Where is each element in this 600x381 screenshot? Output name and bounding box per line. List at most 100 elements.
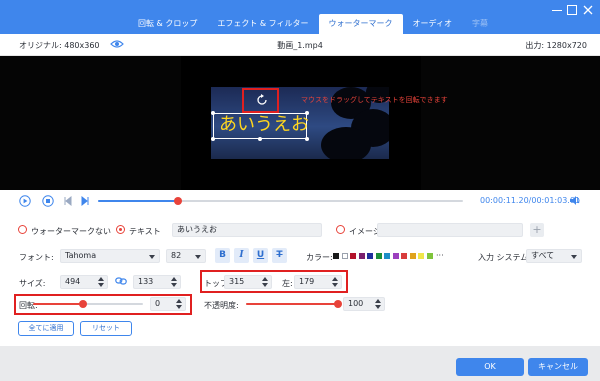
watermark-image-path[interactable]: [377, 223, 523, 237]
color-label: カラー:: [306, 253, 333, 262]
height-field[interactable]: 133: [133, 275, 181, 289]
left-field[interactable]: 179: [294, 275, 342, 289]
previous-frame-icon[interactable]: [62, 195, 74, 207]
spin-arrows-icon[interactable]: [375, 299, 381, 309]
color-swatch[interactable]: [358, 253, 365, 259]
font-size-value: 82: [171, 251, 182, 260]
opacity-label: 不透明度:: [204, 301, 239, 310]
spin-arrows-icon[interactable]: [332, 277, 338, 287]
font-label: フォント:: [19, 253, 54, 262]
watermark-text-radio[interactable]: [116, 225, 125, 234]
title-bar: 回転 & クロップ エフェクト & フィルター ウォーターマーク オーディオ 字…: [0, 0, 600, 34]
file-name: 動画_1.mp4: [277, 41, 323, 50]
stop-icon[interactable]: [42, 195, 54, 207]
left-label: 左:: [282, 279, 293, 288]
watermark-none-label[interactable]: ウォーターマークない: [31, 226, 111, 237]
rotate-handle-highlight: [242, 88, 279, 113]
color-swatch[interactable]: [367, 253, 373, 259]
rotate-icon[interactable]: [256, 94, 268, 106]
color-swatch[interactable]: [333, 253, 339, 259]
italic-button[interactable]: I: [234, 248, 249, 263]
tab-bar: 回転 & クロップ エフェクト & フィルター ウォーターマーク オーディオ 字…: [128, 14, 498, 34]
resize-handle[interactable]: [211, 137, 215, 141]
spin-arrows-icon[interactable]: [176, 299, 182, 309]
resize-handle[interactable]: [211, 111, 215, 115]
color-swatch[interactable]: [401, 253, 407, 259]
rotate-slider-fill: [33, 303, 83, 305]
input-system-label: 入力 システム:: [478, 253, 531, 262]
watermark-text-preview[interactable]: あいうえお: [219, 114, 309, 136]
maximize-icon[interactable]: [566, 4, 578, 16]
chevron-down-icon: [571, 255, 577, 259]
spin-arrows-icon[interactable]: [171, 277, 177, 287]
spin-arrows-icon[interactable]: [262, 277, 268, 287]
size-label: サイズ:: [19, 279, 46, 288]
close-icon[interactable]: [582, 4, 594, 16]
chevron-down-icon: [195, 255, 201, 259]
tab-subtitles: 字幕: [471, 19, 488, 28]
font-select[interactable]: Tahoma: [60, 249, 160, 263]
opacity-slider-fill: [246, 303, 338, 305]
cancel-button[interactable]: キャンセル: [528, 358, 588, 376]
height-value: 133: [138, 277, 154, 286]
spin-arrows-icon[interactable]: [98, 277, 104, 287]
tree-silhouette: [321, 127, 371, 159]
playback-time: 00:00:11.20/00:01:03.01: [480, 196, 580, 205]
timeline-progress: [98, 200, 179, 202]
tab-watermark[interactable]: ウォーターマーク: [318, 14, 403, 34]
timeline-track[interactable]: [98, 197, 463, 205]
color-swatch[interactable]: [426, 253, 433, 259]
input-system-select[interactable]: すべて: [526, 249, 582, 263]
strikethrough-button[interactable]: T: [272, 248, 287, 263]
watermark-text-input[interactable]: あいうえお: [172, 223, 322, 237]
color-swatch[interactable]: [341, 253, 348, 259]
more-colors-button[interactable]: ···: [436, 251, 444, 260]
next-frame-icon[interactable]: [79, 195, 91, 207]
info-bar: オリジナル: 480x360 動画_1.mp4 出力: 1280x720: [0, 34, 600, 56]
font-value: Tahoma: [65, 251, 97, 260]
color-swatch[interactable]: [350, 253, 356, 259]
top-field[interactable]: 315: [224, 275, 272, 289]
minimize-icon[interactable]: [551, 4, 563, 16]
ok-button[interactable]: OK: [456, 358, 524, 376]
opacity-slider[interactable]: [246, 300, 342, 308]
color-swatch[interactable]: [384, 253, 390, 259]
watermark-text-label[interactable]: テキスト: [129, 226, 161, 237]
rotate-value: 0: [155, 299, 161, 308]
apply-to-all-button[interactable]: 全てに適用: [18, 321, 74, 336]
rotate-slider[interactable]: [33, 300, 143, 308]
color-swatch[interactable]: [409, 253, 416, 259]
timeline-knob[interactable]: [174, 197, 183, 205]
chevron-down-icon: [149, 255, 155, 259]
player-controls: 00:00:11.20/00:01:03.01: [0, 190, 600, 212]
volume-icon[interactable]: [569, 195, 581, 206]
resize-handle[interactable]: [258, 137, 262, 141]
link-aspect-icon[interactable]: [115, 276, 127, 286]
resize-handle[interactable]: [305, 137, 309, 141]
color-swatch[interactable]: [375, 253, 382, 259]
rotate-label: 回転:: [19, 301, 38, 310]
rotate-instruction: マウスをドラッグしてテキストを回転できます: [301, 96, 448, 104]
underline-button[interactable]: U: [253, 248, 268, 263]
rotate-field[interactable]: 0: [150, 297, 186, 311]
width-value: 494: [65, 277, 81, 286]
output-resolution: 出力: 1280x720: [525, 41, 587, 50]
color-swatch[interactable]: [392, 253, 399, 259]
watermark-image-radio[interactable]: [336, 225, 345, 234]
tab-effects-filters[interactable]: エフェクト & フィルター: [207, 14, 318, 34]
color-swatch[interactable]: [418, 253, 424, 259]
watermark-none-radio[interactable]: [18, 225, 27, 234]
rotate-slider-knob[interactable]: [78, 300, 87, 308]
add-image-button[interactable]: +: [530, 223, 544, 237]
font-size-select[interactable]: 82: [166, 249, 206, 263]
opacity-field[interactable]: 100: [343, 297, 385, 311]
top-value: 315: [229, 277, 245, 286]
input-system-value: すべて: [531, 251, 555, 260]
width-field[interactable]: 494: [60, 275, 108, 289]
tab-audio[interactable]: オーディオ: [403, 14, 462, 34]
opacity-slider-knob[interactable]: [334, 300, 342, 308]
reset-button[interactable]: リセット: [80, 321, 132, 336]
bold-button[interactable]: B: [215, 248, 230, 263]
tab-rotate-crop[interactable]: 回転 & クロップ: [128, 14, 207, 34]
play-icon[interactable]: [19, 195, 31, 207]
